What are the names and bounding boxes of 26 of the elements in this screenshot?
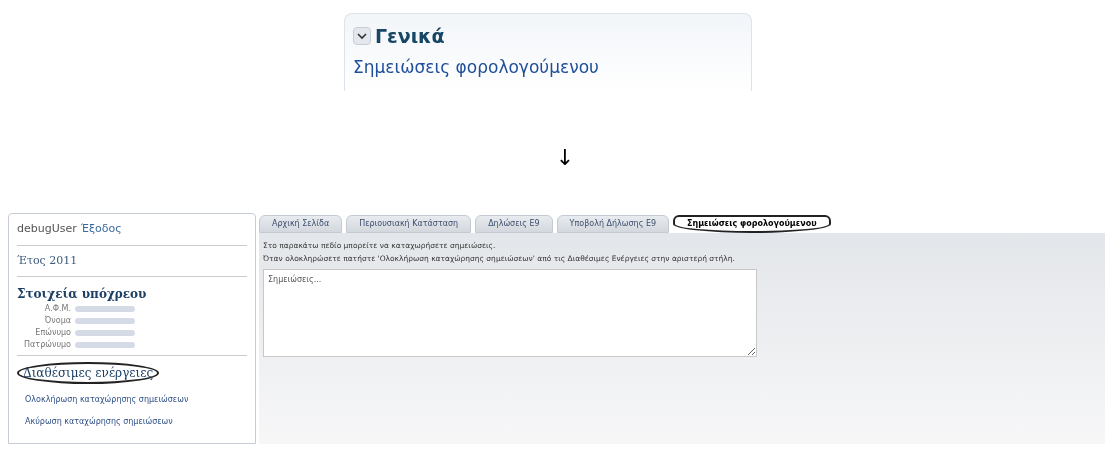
year-label: Έτος 2011 bbox=[17, 253, 78, 267]
blurred-value bbox=[75, 306, 135, 312]
action-link[interactable]: Ολοκλήρωση καταχώρησης σημειώσεων bbox=[25, 394, 247, 406]
panel-title: Γενικά bbox=[375, 24, 445, 49]
down-arrow: ↓ bbox=[555, 147, 575, 169]
field-label: Επώνυμο bbox=[34, 327, 71, 339]
notes-link[interactable]: Σημειώσεις φορολογούμενου bbox=[353, 54, 743, 80]
tab[interactable]: Σημειώσεις φορολογούμενου bbox=[673, 215, 831, 233]
taxpayer-heading: Στοιχεία υπόχρεου bbox=[17, 286, 148, 303]
chevron-button[interactable] bbox=[353, 27, 371, 46]
username: debugUser bbox=[17, 221, 77, 237]
chevron-icon bbox=[357, 32, 367, 40]
blurred-value bbox=[75, 318, 135, 324]
action-link[interactable]: Ακύρωση καταχώρησης σημειώσεων bbox=[25, 416, 247, 428]
field-label: Πατρώνυμο bbox=[23, 339, 71, 351]
tab[interactable]: Αρχική Σελίδα bbox=[259, 215, 343, 233]
field-label: Α.Φ.Μ. bbox=[43, 303, 71, 315]
tab[interactable]: Υποβολή Δήλωσης Ε9 bbox=[556, 215, 670, 233]
blurred-value bbox=[75, 330, 135, 336]
logout-link[interactable]: Έξοδος bbox=[80, 221, 122, 238]
field-label: Όνομα bbox=[43, 315, 71, 327]
actions-heading: Διαθέσιμες ενέργειες bbox=[17, 362, 160, 384]
notes-field[interactable]: Σημειώσεις... bbox=[263, 269, 757, 357]
blurred-value bbox=[75, 342, 135, 348]
tab[interactable]: Περιουσιακή Κατάσταση bbox=[346, 215, 472, 233]
tab[interactable]: Δηλώσεις Ε9 bbox=[475, 215, 553, 233]
